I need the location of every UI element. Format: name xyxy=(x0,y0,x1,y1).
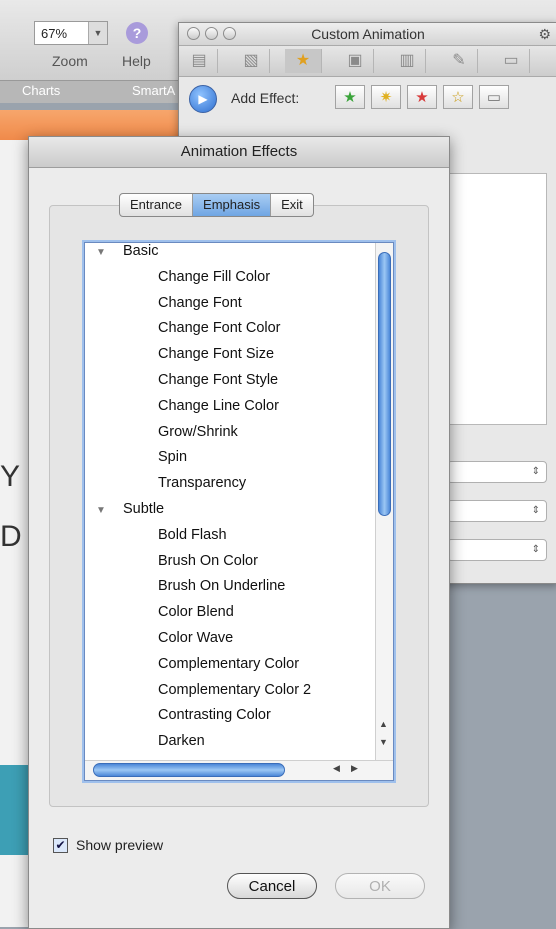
zoom-dropdown-arrow-icon[interactable]: ▼ xyxy=(88,22,107,44)
effects-list[interactable]: ▼ Basic Change Fill Color Change Font Change… xyxy=(84,242,394,781)
show-preview-checkbox[interactable]: ✔ xyxy=(53,837,68,853)
effect-label: Brush On Underline xyxy=(158,578,286,595)
scroll-left-icon[interactable]: ◀ xyxy=(333,763,340,774)
scroll-up-icon[interactable]: ▲ xyxy=(379,719,388,729)
list-item[interactable]: Change Fill Color xyxy=(85,269,393,295)
list-item[interactable]: Change Font xyxy=(85,295,393,321)
list-item[interactable]: Complementary Color 2 xyxy=(85,682,393,708)
effect-label: Change Font Style xyxy=(158,371,279,388)
scroll-down-icon[interactable]: ▼ xyxy=(379,737,388,747)
property-select[interactable]: ⇕ xyxy=(447,500,547,522)
tab-entrance[interactable]: Entrance xyxy=(120,194,194,216)
scroll-right-icon[interactable]: ▶ xyxy=(351,763,358,774)
emphasis-effect-icon[interactable]: ✷ xyxy=(371,85,401,109)
category-label: Subtle xyxy=(123,500,165,517)
zoom-value: 67% xyxy=(41,26,68,41)
tools-icon[interactable]: ✎ xyxy=(441,49,478,73)
vertical-scrollbar[interactable]: ▲ ▼ xyxy=(375,243,393,761)
help-label: Help xyxy=(122,53,151,69)
effect-label: Change Font Color xyxy=(158,320,281,337)
list-category[interactable]: ▼ Basic xyxy=(85,243,393,269)
help-icon[interactable]: ? xyxy=(126,22,148,44)
palette-titlebar[interactable]: Custom Animation ⚙ xyxy=(179,23,556,46)
tab-smartart[interactable]: SmartA xyxy=(132,83,175,98)
effect-label: Darken xyxy=(158,733,205,750)
palette-title: Custom Animation xyxy=(311,26,425,42)
effect-label: Brush On Color xyxy=(158,552,258,569)
show-preview-label: Show preview xyxy=(76,837,164,853)
effect-label: Color Wave xyxy=(158,629,234,646)
add-effect-bar: ▶ Add Effect: ★ ✷ ★ ☆ ▭ xyxy=(179,77,556,117)
effect-label: Transparency xyxy=(158,475,247,492)
gear-icon[interactable]: ⚙ xyxy=(538,26,551,43)
tab-emphasis[interactable]: Emphasis xyxy=(193,194,272,216)
entrance-effect-icon[interactable]: ★ xyxy=(335,85,365,109)
tab-charts[interactable]: Charts xyxy=(22,83,60,98)
effect-label: Grow/Shrink xyxy=(158,423,238,440)
list-item[interactable]: Brush On Underline xyxy=(85,578,393,604)
list-item[interactable]: Transparency xyxy=(85,475,393,501)
effect-label: Spin xyxy=(158,449,188,466)
horizontal-scrollbar[interactable]: ◀ ▶ xyxy=(85,760,393,780)
effect-label: Change Font Size xyxy=(158,346,275,363)
list-item[interactable]: Change Font Color xyxy=(85,320,393,346)
animation-order-list[interactable] xyxy=(449,173,547,425)
list-item[interactable]: Grow/Shrink xyxy=(85,424,393,450)
animation-effects-dialog: Animation Effects Entrance Emphasis Exit… xyxy=(28,136,450,929)
zoom-label: Zoom xyxy=(52,53,88,69)
list-item[interactable]: Contrasting Color xyxy=(85,707,393,733)
toolbox-icon[interactable]: ▭ xyxy=(493,49,530,73)
effect-type-tabs: Entrance Emphasis Exit xyxy=(119,193,314,217)
vertical-scroll-thumb[interactable] xyxy=(378,252,391,516)
animation-icon[interactable]: ▤ xyxy=(181,49,218,73)
document-glyph: D xyxy=(0,520,22,553)
picture-icon[interactable]: ▧ xyxy=(233,49,270,73)
list-item[interactable]: Complementary Color xyxy=(85,656,393,682)
effects-list-rows: ▼ Basic Change Fill Color Change Font Change… xyxy=(85,243,393,759)
dialog-title: Animation Effects xyxy=(29,137,449,168)
list-item[interactable]: Bold Flash xyxy=(85,527,393,553)
cancel-button[interactable]: Cancel xyxy=(227,873,317,899)
list-item[interactable]: Change Font Size xyxy=(85,346,393,372)
horizontal-scroll-thumb[interactable] xyxy=(93,763,285,777)
document-area: Y D xyxy=(0,140,30,927)
media-icon[interactable]: ▣ xyxy=(337,49,374,73)
custom-animation-icon[interactable]: ★ xyxy=(285,49,322,73)
effect-label: Color Blend xyxy=(158,604,234,621)
category-label: Basic xyxy=(123,243,159,259)
charts-icon[interactable]: ▥ xyxy=(389,49,426,73)
document-glyph: Y xyxy=(0,460,21,493)
list-item[interactable]: Change Line Color xyxy=(85,398,393,424)
zoom-field[interactable]: 67% ▼ xyxy=(34,21,108,45)
action-effect-icon[interactable]: ▭ xyxy=(479,85,509,109)
effect-label: Contrasting Color xyxy=(158,707,271,724)
list-item[interactable]: Spin xyxy=(85,449,393,475)
exit-effect-icon[interactable]: ★ xyxy=(407,85,437,109)
list-category[interactable]: ▼ Subtle xyxy=(85,501,393,527)
ok-button[interactable]: OK xyxy=(335,873,425,899)
effect-label: Complementary Color 2 xyxy=(158,681,312,698)
add-effect-label: Add Effect: xyxy=(231,90,300,106)
effect-label: Change Font xyxy=(158,294,242,311)
play-icon[interactable]: ▶ xyxy=(189,85,217,113)
palette-toolbar: ▤ ▧ ★ ▣ ▥ ✎ ▭ xyxy=(179,46,556,77)
list-item[interactable]: Color Wave xyxy=(85,630,393,656)
disclosure-triangle-icon[interactable]: ▼ xyxy=(96,505,123,516)
effect-label: Change Fill Color xyxy=(158,268,271,285)
effect-label: Change Line Color xyxy=(158,397,279,414)
list-item[interactable]: Change Font Style xyxy=(85,372,393,398)
speed-select[interactable]: ⇕ xyxy=(447,539,547,561)
list-item[interactable]: Brush On Color xyxy=(85,553,393,579)
list-item[interactable]: Darken xyxy=(85,733,393,759)
slide-thumbnail xyxy=(0,765,30,855)
list-item[interactable]: Color Blend xyxy=(85,604,393,630)
effect-label: Complementary Color xyxy=(158,655,300,672)
effect-label: Bold Flash xyxy=(158,526,227,543)
show-preview-option[interactable]: ✔ Show preview xyxy=(53,837,163,853)
disclosure-triangle-icon[interactable]: ▼ xyxy=(96,247,123,258)
start-select[interactable]: ⇕ xyxy=(447,461,547,483)
motion-path-icon[interactable]: ☆ xyxy=(443,85,473,109)
tab-exit[interactable]: Exit xyxy=(271,194,313,216)
